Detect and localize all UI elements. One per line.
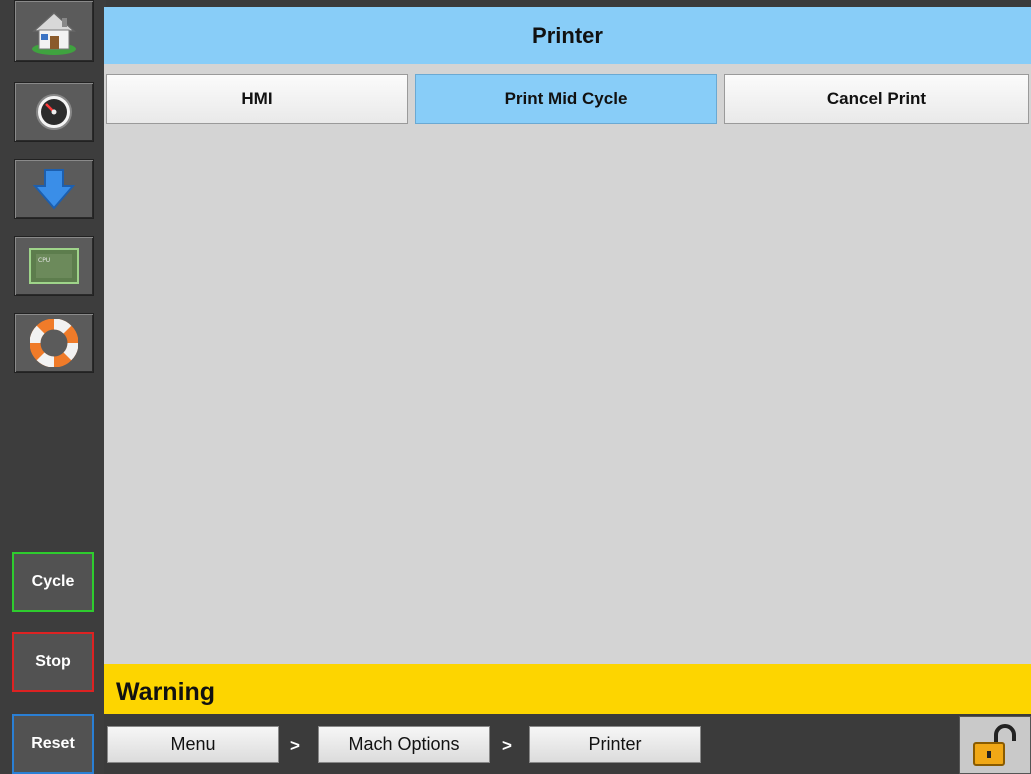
gauge-button[interactable] (14, 82, 94, 142)
cpu-button[interactable]: CPU (14, 236, 94, 296)
download-arrow-icon (32, 169, 76, 210)
stop-button[interactable]: Stop (12, 632, 94, 692)
page-title: Printer (104, 7, 1031, 64)
tab-print-mid-cycle[interactable]: Print Mid Cycle (415, 74, 717, 124)
breadcrumb: Menu > Mach Options > Printer (104, 714, 1031, 774)
lifebuoy-icon (30, 319, 78, 367)
main-panel: HMI Print Mid Cycle Cancel Print (104, 64, 1031, 664)
breadcrumb-menu[interactable]: Menu (107, 726, 279, 763)
gauge-icon (36, 94, 72, 130)
tab-hmi[interactable]: HMI (106, 74, 408, 124)
breadcrumb-separator: > (290, 736, 300, 755)
sidebar: CPU Cycle Stop Reset (0, 0, 106, 774)
download-button[interactable] (14, 159, 94, 219)
unlocked-padlock-icon (973, 724, 1016, 766)
breadcrumb-printer[interactable]: Printer (529, 726, 701, 763)
breadcrumb-separator: > (502, 736, 512, 755)
cycle-button[interactable]: Cycle (12, 552, 94, 612)
tab-cancel-print[interactable]: Cancel Print (724, 74, 1029, 124)
home-button[interactable] (14, 0, 94, 62)
warning-banner: Warning (104, 664, 1031, 714)
cpu-icon: CPU (29, 248, 79, 284)
breadcrumb-mach-options[interactable]: Mach Options (318, 726, 490, 763)
home-icon (32, 11, 76, 55)
warning-text: Warning (116, 678, 216, 706)
cpu-chip-text: CPU (38, 257, 50, 264)
help-button[interactable] (14, 313, 94, 373)
lock-button[interactable] (959, 716, 1031, 774)
reset-button[interactable]: Reset (12, 714, 94, 774)
